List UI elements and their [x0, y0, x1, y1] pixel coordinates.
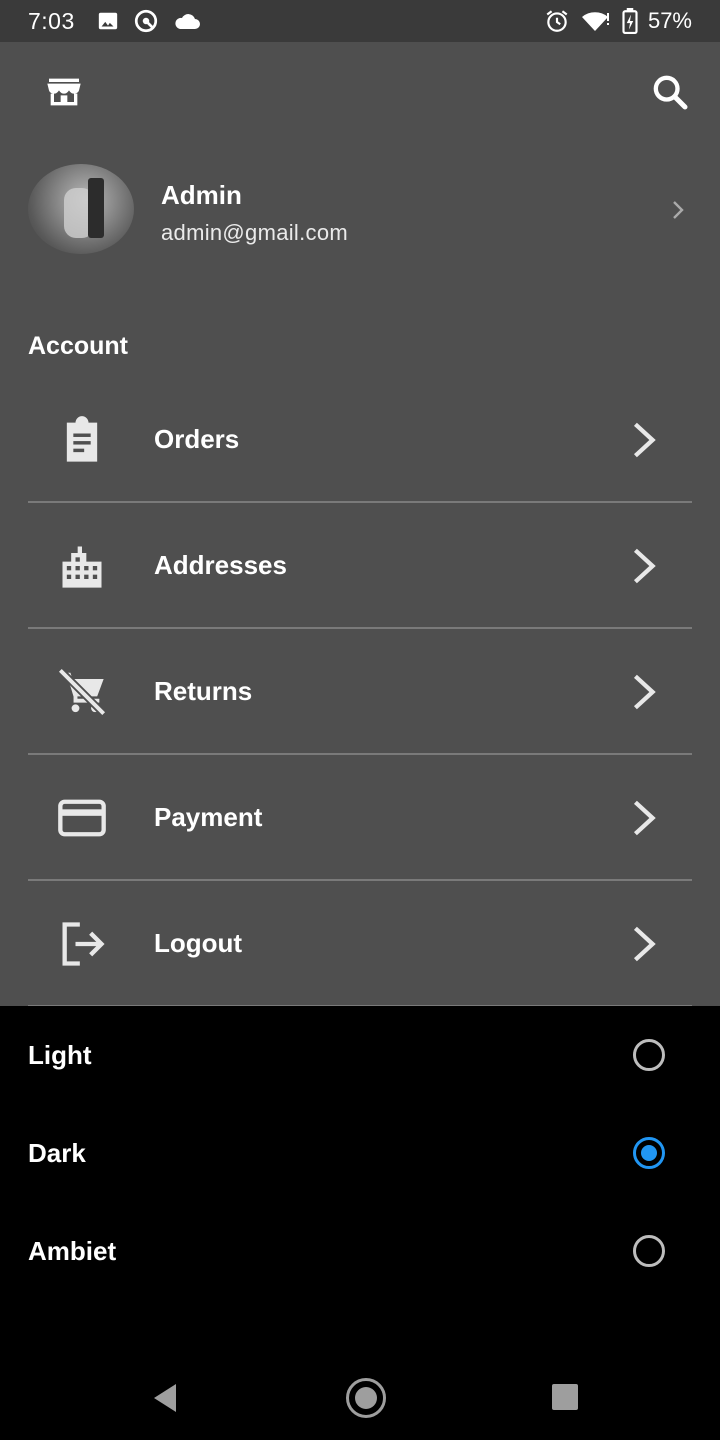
menu-item-logout[interactable]: Logout — [0, 880, 720, 1007]
recent-apps-icon[interactable] — [552, 1384, 578, 1410]
theme-selector: Light Dark Ambiet — [0, 1006, 720, 1346]
avatar-phone — [88, 178, 104, 238]
cloud-icon — [175, 14, 200, 29]
logout-icon — [62, 922, 105, 966]
menu-item-label: Addresses — [154, 550, 287, 580]
back-icon[interactable] — [150, 1382, 180, 1414]
cart-off-icon — [57, 667, 107, 717]
section-title-account: Account — [28, 332, 128, 360]
chevron-right-icon — [633, 674, 656, 710]
battery-percent: 57% — [647, 8, 692, 33]
search-icon[interactable] — [650, 72, 690, 112]
menu-item-label: Orders — [154, 424, 240, 454]
chevron-right-icon — [633, 800, 656, 836]
clipboard-icon — [66, 416, 98, 462]
radio-dark[interactable] — [633, 1137, 665, 1169]
navigation-bar — [0, 1346, 720, 1440]
menu-item-label: Logout — [154, 928, 243, 958]
battery-charging-icon — [622, 8, 638, 34]
menu-item-returns[interactable]: Returns — [0, 628, 720, 755]
app-bar — [0, 42, 720, 142]
radio-ambient[interactable] — [633, 1235, 665, 1267]
chevron-right-icon — [633, 422, 656, 458]
alarm-icon — [546, 10, 568, 32]
menu-item-label: Returns — [154, 676, 253, 706]
image-icon — [98, 12, 117, 30]
chevron-right-icon — [633, 548, 656, 584]
avatar[interactable] — [28, 164, 134, 254]
credit-card-icon — [58, 799, 106, 837]
theme-option-dark[interactable]: Dark — [0, 1104, 720, 1202]
menu-item-label: Payment — [154, 802, 263, 832]
theme-option-label: Ambiet — [28, 1236, 117, 1266]
menu-item-payment[interactable]: Payment — [0, 754, 720, 881]
account-menu: Orders Addresses Returns Payment Logout — [0, 376, 720, 1007]
status-bar: 7:03 57% — [0, 0, 720, 42]
radio-light[interactable] — [633, 1039, 665, 1071]
theme-option-label: Dark — [28, 1138, 86, 1168]
chevron-right-icon[interactable] — [666, 198, 690, 222]
status-time: 7:03 — [28, 7, 75, 34]
account-panel: Admin admin@gmail.com Account Orders Add… — [0, 42, 720, 1007]
profile-card[interactable]: Admin admin@gmail.com — [0, 154, 720, 264]
menu-item-addresses[interactable]: Addresses — [0, 502, 720, 629]
store-icon[interactable] — [44, 72, 84, 112]
theme-option-light[interactable]: Light — [0, 1006, 720, 1104]
theme-option-label: Light — [28, 1040, 92, 1070]
chevron-right-icon — [633, 926, 656, 962]
theme-option-ambient[interactable]: Ambiet — [0, 1202, 720, 1300]
menu-item-orders[interactable]: Orders — [0, 376, 720, 503]
sync-icon — [134, 9, 157, 33]
profile-name: Admin — [161, 180, 242, 210]
wifi-icon — [581, 12, 609, 32]
home-icon[interactable] — [346, 1378, 386, 1418]
profile-email: admin@gmail.com — [161, 220, 348, 245]
building-icon — [62, 546, 102, 588]
